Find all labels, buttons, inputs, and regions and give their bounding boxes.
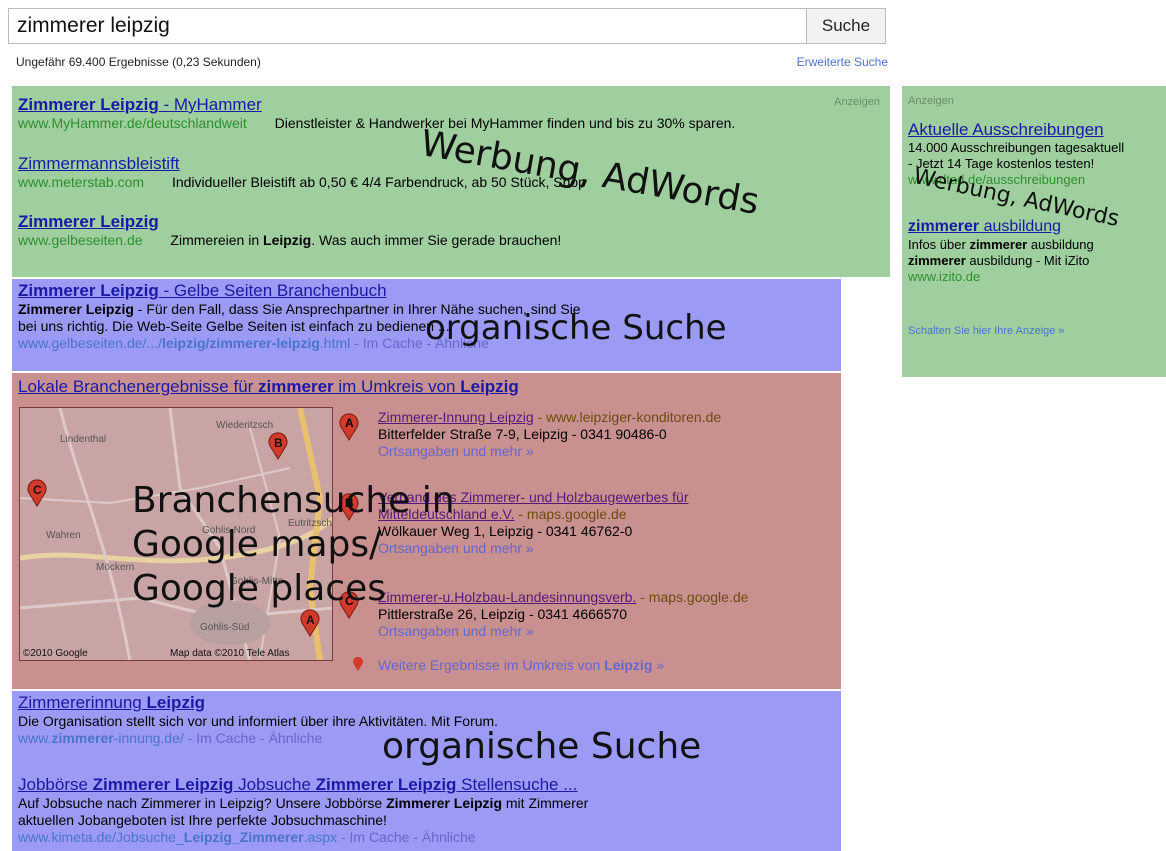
ad-result: Zimmerer Leipzig - MyHammer www.MyHammer… [18,95,735,132]
search-input[interactable] [8,8,806,44]
listing-source: - maps.google.de [514,506,627,522]
local-listing: Verband des Zimmerer- und Holzbaugewerbe… [378,489,689,557]
listing-title-link[interactable]: Zimmerer-u.Holzbau-Landesinnungsverb. [378,589,636,605]
ads-label: Anzeigen [908,95,954,107]
listing-pin-b-label: B [345,496,354,510]
map-label: Gohlis-Mitte [230,576,284,587]
organic-region-2: Zimmererinnung Leipzig Die Organisation … [12,691,841,851]
organic-result: Zimmerer Leipzig - Gelbe Seiten Branchen… [18,281,581,352]
result-snippet: aktuellen Jobangeboten ist Ihre perfekte… [18,812,387,828]
ad-title-link[interactable]: Zimmerer Leipzig [18,212,159,231]
listing-source: - maps.google.de [636,589,749,605]
local-listing: Zimmerer-Innung Leipzig - www.leipziger-… [378,409,721,460]
map-label: Möckern [96,562,135,573]
cache-link[interactable]: - Im Cache - Ähnliche [350,335,489,351]
map-label: Wiederitzsch [216,420,274,431]
map-copyright: ©2010 Google [23,648,88,659]
side-ad-line: Infos über zimmerer ausbildung [908,237,1094,252]
result-url: www.gelbeseiten.de/.../leipzig/zimmerer-… [18,335,351,351]
listing-address: Pittlerstraße 26, Leipzig - 0341 4666570 [378,606,628,622]
ad-result: Zimmermannsbleistift www.meterstab.com I… [18,154,586,191]
result-url: www.kimeta.de/Jobsuche_Leipzig_Zimmerer.… [18,829,338,845]
side-ad-url: www.izito.de [908,269,981,284]
side-ads-region: Anzeigen Aktuelle Ausschreibungen 14.000… [902,86,1166,377]
side-ad: Aktuelle Ausschreibungen 14.000 Ausschre… [908,120,1124,188]
side-ad: zimmerer ausbildung Infos über zimmerer … [908,217,1094,285]
ad-description: Individueller Bleistift ab 0,50 € 4/4 Fa… [171,174,586,190]
ad-description: Dienstleister & Handwerker bei MyHammer … [274,115,736,131]
listing-more-link[interactable]: Ortsangaben und mehr » [378,443,534,459]
listing-pin-a-label: A [345,416,354,430]
result-snippet: bei uns richtig. Die Web-Seite Gelbe Sei… [18,318,450,334]
advanced-search-link[interactable]: Erweiterte Suche [797,55,888,69]
listing-source: - www.leipziger-konditoren.de [533,409,722,425]
ad-result: Zimmerer Leipzig www.gelbeseiten.de Zimm… [18,212,561,249]
result-snippet: Die Organisation stellt sich vor und inf… [18,713,499,729]
map-label: Lindenthal [60,434,107,445]
result-snippet: Zimmerer Leipzig - Für den Fall, dass Si… [18,301,581,317]
side-ad-url: www.dtad.de/ausschreibungen [908,172,1086,187]
map-label: Wahren [46,530,81,541]
result-title-link[interactable]: Jobbörse Zimmerer Leipzig Jobsuche Zimme… [18,775,577,794]
ad-url: www.meterstab.com [18,174,145,190]
map-thumbnail[interactable]: Lindenthal Wiederitzsch Wahren Gohlis-No… [19,407,333,661]
search-button[interactable]: Suche [806,8,886,44]
ad-title-link[interactable]: Zimmerer Leipzig - MyHammer [18,95,262,114]
listing-title-link[interactable]: Zimmerer-Innung Leipzig [378,409,534,425]
ad-title-link[interactable]: Zimmermannsbleistift [18,154,180,173]
map-pin-c-label: C [33,483,42,497]
map-label: Gohlis-Nord [202,525,256,536]
local-listing: Zimmerer-u.Holzbau-Landesinnungsverb. - … [378,589,748,640]
side-ad-title-link[interactable]: Aktuelle Ausschreibungen [908,120,1104,139]
side-ad-line: zimmerer ausbildung - Mit iZito [908,253,1090,268]
map-pin-b-label: B [274,436,283,450]
organic-result: Zimmererinnung Leipzig Die Organisation … [18,693,498,747]
ad-url: www.gelbeseiten.de [18,232,143,248]
more-results-link[interactable]: Weitere Ergebnisse im Umkreis von Leipzi… [378,657,664,673]
top-ads-region: Anzeigen Zimmerer Leipzig - MyHammer www… [12,86,890,277]
map-label: Eutritzsch [288,518,332,529]
result-url: www.zimmerer-innung.de/ [18,730,184,746]
local-results-region: Lokale Branchenergebnisse für zimmerer i… [12,373,841,689]
organic-result: Jobbörse Zimmerer Leipzig Jobsuche Zimme… [18,775,588,846]
side-ad-title-link[interactable]: zimmerer ausbildung [908,218,1061,235]
map-label: Gohlis-Süd [200,622,250,633]
result-stats: Ungefähr 69.400 Ergebnisse (0,23 Sekunde… [16,55,261,69]
cache-link[interactable]: - Im Cache - Ähnliche [184,730,323,746]
listing-address: Wölkauer Weg 1, Leipzig - 0341 46762-0 [378,523,633,539]
map-data-credit: Map data ©2010 Tele Atlas [170,648,290,659]
organic-region-1: Zimmerer Leipzig - Gelbe Seiten Branchen… [12,279,841,371]
listing-address: Bitterfelder Straße 7-9, Leipzig - 0341 … [378,426,667,442]
listing-pin-c-label: C [345,594,354,608]
listing-more-link[interactable]: Ortsangaben und mehr » [378,540,534,556]
side-ad-line: - Jetzt 14 Tage kostenlos testen! [908,156,1095,171]
listing-more-link[interactable]: Ortsangaben und mehr » [378,623,534,639]
ad-description: Zimmereien in Leipzig. Was auch immer Si… [170,232,562,248]
advertise-link[interactable]: Schalten Sie hier Ihre Anzeige » [908,325,1065,337]
result-title-link[interactable]: Zimmerer Leipzig - Gelbe Seiten Branchen… [18,281,387,300]
ad-url: www.MyHammer.de/deutschlandweit [18,115,247,131]
small-pin-icon [353,656,363,672]
local-header-link[interactable]: Lokale Branchenergebnisse für zimmerer i… [18,377,519,397]
cache-link[interactable]: - Im Cache - Ähnliche [337,829,476,845]
result-snippet: Auf Jobsuche nach Zimmerer in Leipzig? U… [18,795,589,811]
map-pin-a-label: A [306,613,315,627]
ads-label: Anzeigen [834,96,880,108]
side-ad-line: 14.000 Ausschreibungen tagesaktuell [908,140,1125,155]
result-title-link[interactable]: Zimmererinnung Leipzig [18,693,205,712]
